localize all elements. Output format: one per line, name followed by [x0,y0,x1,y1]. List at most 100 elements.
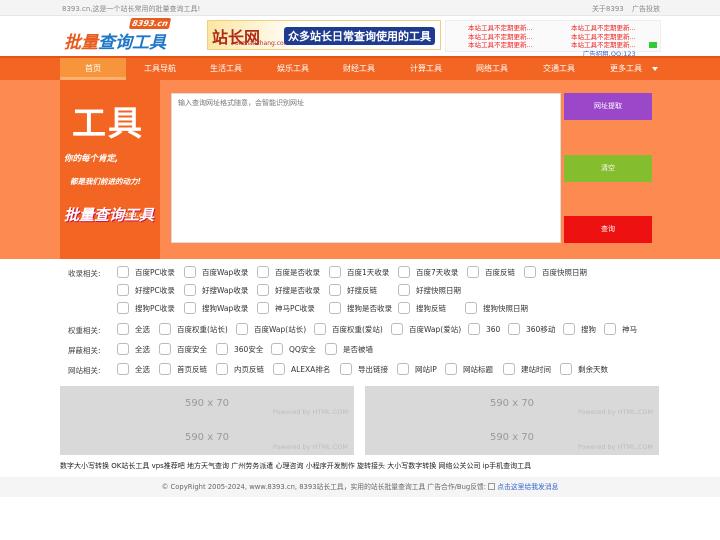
checkbox-icon[interactable] [524,266,536,278]
friend-link[interactable]: vps推荐吧 [152,462,185,470]
checkbox-icon[interactable] [563,323,575,335]
option-checkbox[interactable]: 百度PC收录 [117,266,175,278]
checkbox-icon[interactable] [398,266,410,278]
checkbox-icon[interactable] [329,266,341,278]
checkbox-icon[interactable] [236,323,248,335]
friend-link[interactable]: 广州劳务派遣 [231,462,273,470]
option-checkbox[interactable]: 360 [468,323,500,335]
option-checkbox[interactable]: 百度是否收录 [257,266,320,278]
option-checkbox[interactable]: 搜狗Wap收录 [184,302,248,314]
option-checkbox[interactable]: 360移动 [508,323,555,335]
checkbox-icon[interactable] [257,284,269,296]
checkbox-icon[interactable] [159,343,171,355]
text-ad-link[interactable]: 本站工具不定期更新... [571,41,636,49]
friend-link[interactable]: 小程序开发制作 [306,462,355,470]
nav-item-home[interactable]: 首页 [60,58,126,80]
nav-item-tool-nav[interactable]: 工具导航 [127,58,193,80]
option-checkbox[interactable]: 是否被墙 [325,343,373,355]
about-link[interactable]: 关于8393 [592,5,624,13]
checkbox-icon[interactable] [273,363,285,375]
option-checkbox[interactable]: 导出链接 [340,363,388,375]
checkbox-icon[interactable] [314,323,326,335]
checkbox-icon[interactable] [391,323,403,335]
checkbox-icon[interactable] [397,363,409,375]
checkbox-icon[interactable] [117,363,129,375]
friend-link[interactable]: 大小写数字转换 [387,462,436,470]
checkbox-icon[interactable] [257,302,269,314]
checkbox-icon[interactable] [117,266,129,278]
nav-item-more[interactable]: 更多工具 [593,58,659,80]
checkbox-icon[interactable] [329,284,341,296]
option-checkbox[interactable]: 首页反链 [159,363,207,375]
checkbox-icon[interactable] [117,302,129,314]
option-checkbox[interactable]: 网站IP [397,363,437,375]
option-checkbox[interactable]: 好搜Wap收录 [184,284,248,296]
option-checkbox[interactable]: 百度Wap收录 [184,266,248,278]
option-checkbox[interactable]: 百度Wap(爱站) [391,323,461,335]
text-ad-link[interactable]: 本站工具不定期更新... [571,33,636,41]
text-ad-link[interactable]: 本站工具不定期更新... [468,33,533,41]
checkbox-icon[interactable] [184,284,196,296]
nav-item-network[interactable]: 网络工具 [459,58,525,80]
checkbox-icon[interactable] [117,323,129,335]
option-checkbox[interactable]: 全选 [117,363,150,375]
nav-item-entertainment[interactable]: 娱乐工具 [260,58,326,80]
option-checkbox[interactable]: 网站标题 [445,363,493,375]
friend-link[interactable]: OK站长工具 [111,462,149,470]
option-checkbox[interactable]: 好搜PC收录 [117,284,175,296]
checkbox-icon[interactable] [340,363,352,375]
checkbox-icon[interactable] [216,363,228,375]
option-checkbox[interactable]: 360安全 [216,343,263,355]
friend-link[interactable]: 旋转接头 [357,462,385,470]
option-checkbox[interactable]: 搜狗反链 [398,302,446,314]
checkbox-icon[interactable] [445,363,457,375]
option-checkbox[interactable]: 搜狗是否收录 [329,302,392,314]
option-checkbox[interactable]: 百度7天收录 [398,266,458,278]
chevron-down-icon[interactable] [652,67,658,71]
checkbox-icon[interactable] [329,302,341,314]
query-button[interactable]: 查询 [564,216,652,243]
option-checkbox[interactable]: 搜狗PC收录 [117,302,175,314]
option-checkbox[interactable]: 好搜反链 [329,284,377,296]
site-logo[interactable]: 8393.cn 批量查询工具 [64,18,174,54]
text-ad-link[interactable]: 本站工具不定期更新... [468,41,533,49]
option-checkbox[interactable]: 搜狗 [563,323,596,335]
option-checkbox[interactable]: 搜狗快照日期 [465,302,528,314]
checkbox-icon[interactable] [117,343,129,355]
checkbox-icon[interactable] [398,302,410,314]
option-checkbox[interactable]: 好搜快照日期 [398,284,461,296]
option-checkbox[interactable]: 百度反链 [467,266,515,278]
checkbox-icon[interactable] [117,284,129,296]
query-input[interactable] [171,93,561,243]
option-checkbox[interactable]: 建站时间 [503,363,551,375]
checkbox-icon[interactable] [216,343,228,355]
checkbox-icon[interactable] [325,343,337,355]
option-checkbox[interactable]: 百度权重(爱站) [314,323,383,335]
option-checkbox[interactable]: 百度快照日期 [524,266,587,278]
option-checkbox[interactable]: 神马PC收录 [257,302,315,314]
nav-item-finance[interactable]: 财经工具 [326,58,392,80]
option-checkbox[interactable]: 内页反链 [216,363,264,375]
checkbox-icon[interactable] [508,323,520,335]
ad-slot-left[interactable]: 590 x 70 Powered by HTML.COM 590 x 70 Po… [60,386,354,455]
option-checkbox[interactable]: 百度权重(站长) [159,323,228,335]
option-checkbox[interactable]: 全选 [117,323,150,335]
option-checkbox[interactable]: 剩余天数 [560,363,608,375]
ad-slot-right[interactable]: 590 x 70 Powered by HTML.COM 590 x 70 Po… [365,386,659,455]
checkbox-icon[interactable] [184,302,196,314]
friend-link[interactable]: 网络公关公司 [438,462,480,470]
checkbox-icon[interactable] [271,343,283,355]
checkbox-icon[interactable] [159,323,171,335]
friend-link[interactable]: 数字大小写转换 [60,462,109,470]
clear-button[interactable]: 清空 [564,155,652,182]
site-intro-link[interactable]: 8393.cn,这是一个站长常用的批量查询工具! [62,4,200,14]
checkbox-icon[interactable] [257,266,269,278]
feedback-link[interactable]: 点击这里给我发消息 [497,483,558,491]
option-checkbox[interactable]: 好搜是否收录 [257,284,320,296]
text-ad-link[interactable]: 本站工具不定期更新... [468,24,533,32]
option-checkbox[interactable]: ALEXA排名 [273,363,330,375]
checkbox-icon[interactable] [398,284,410,296]
checkbox-icon[interactable] [467,266,479,278]
friend-link[interactable]: 地方天气查询 [187,462,229,470]
checkbox-icon[interactable] [465,302,477,314]
